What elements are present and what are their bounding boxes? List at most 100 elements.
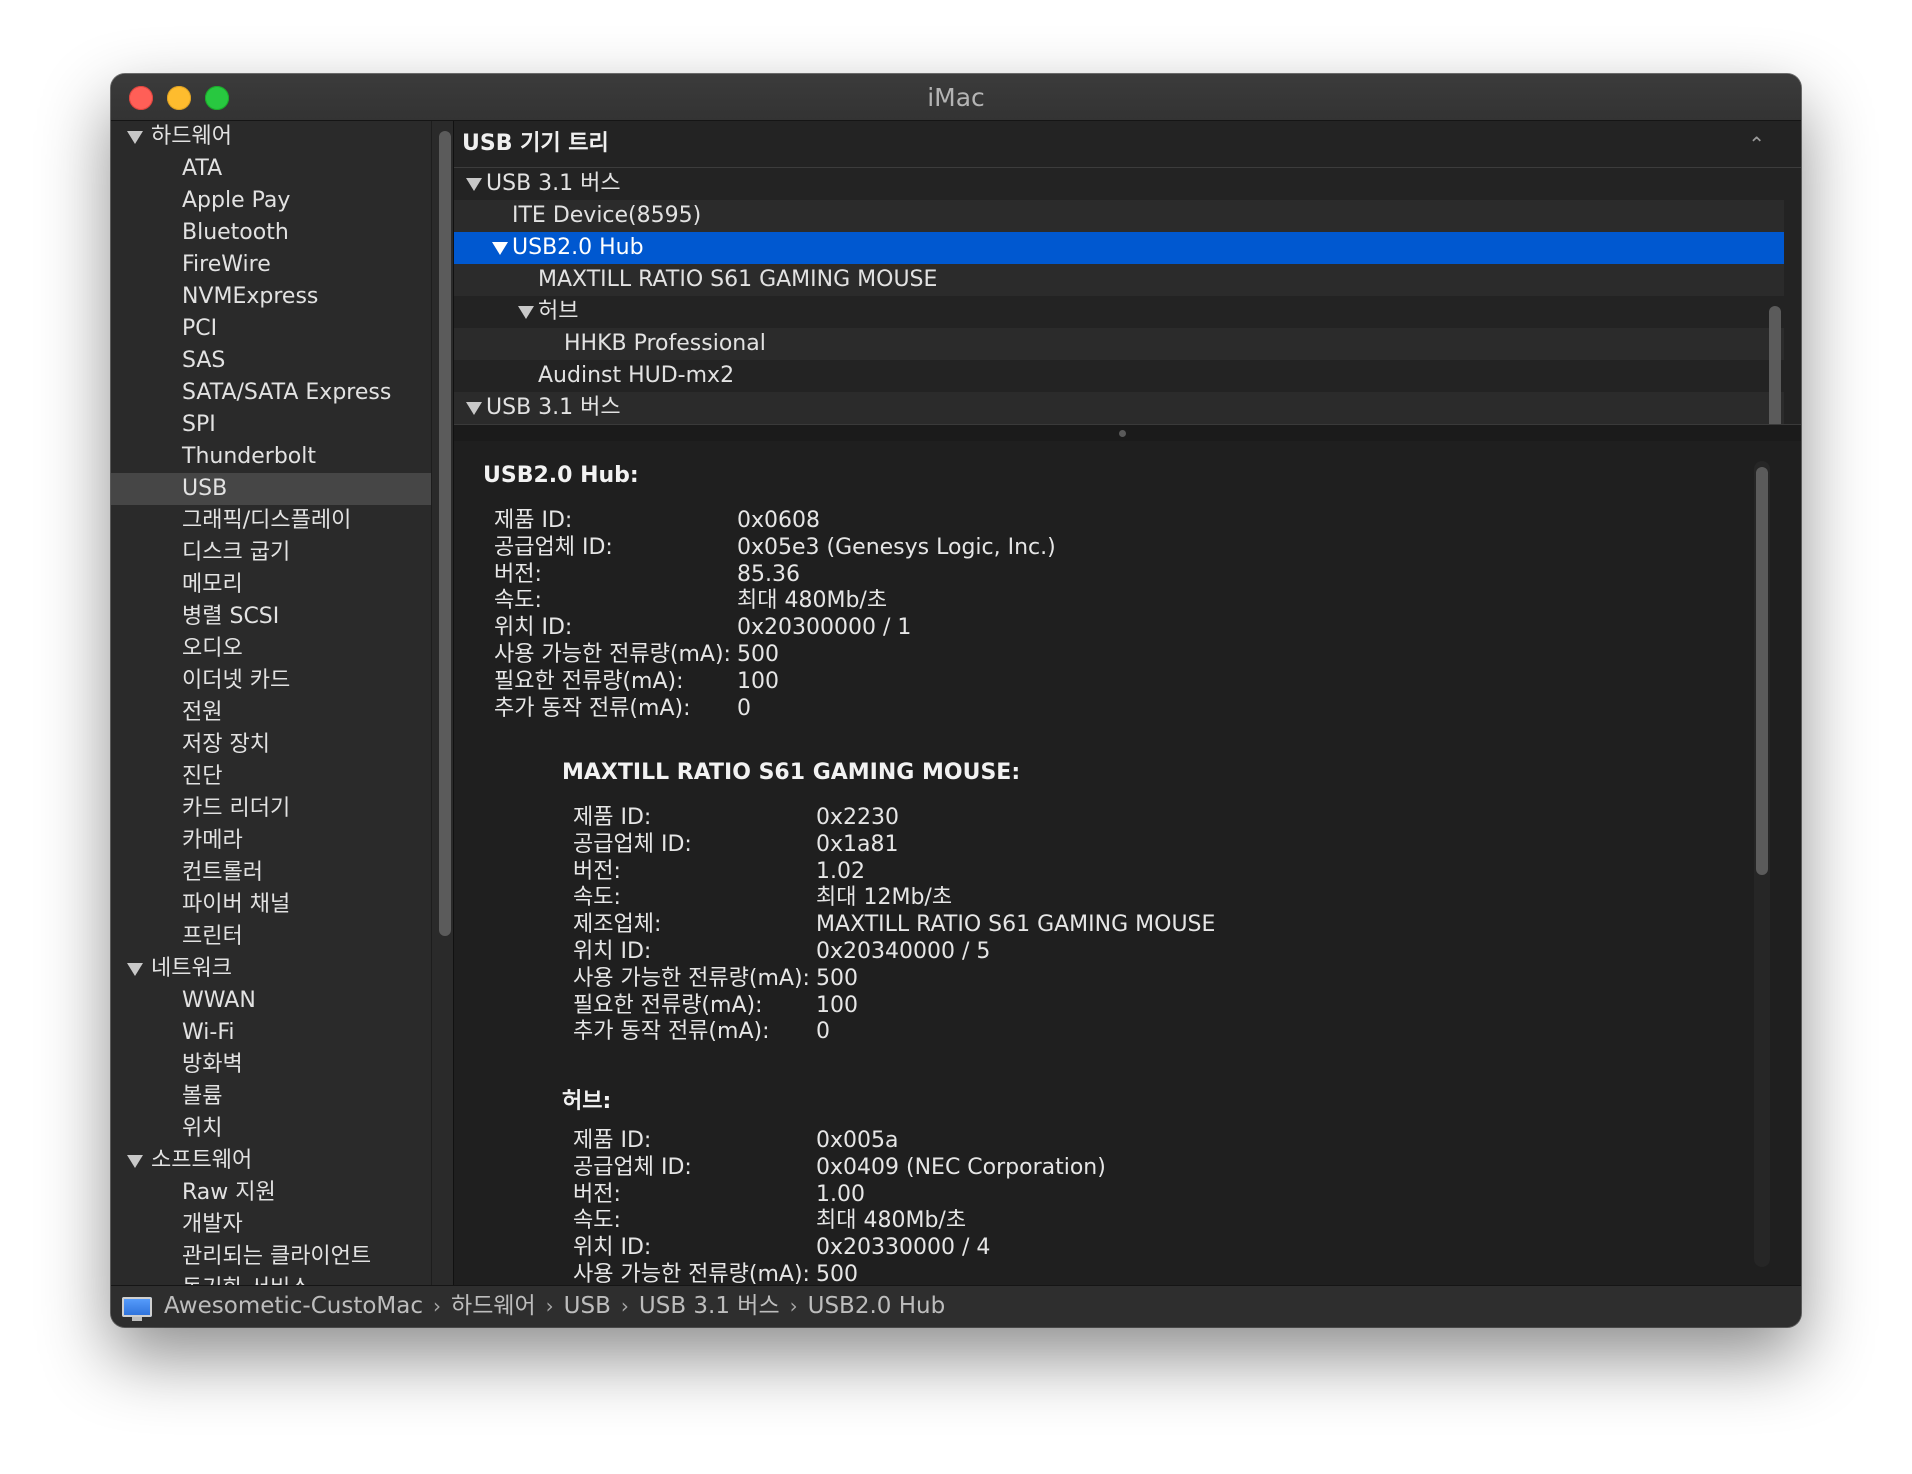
section-title: USB2.0 Hub: (483, 463, 639, 488)
section-title: MAXTILL RATIO S61 GAMING MOUSE: (562, 760, 1021, 785)
sidebar-item[interactable]: 프린터 (111, 921, 431, 953)
sidebar-group[interactable]: 네트워크 (111, 953, 431, 985)
tree-row[interactable]: Audinst HUD-mx2 (454, 360, 1784, 392)
tree-header-label: USB 기기 트리 (462, 131, 609, 156)
sidebar-item[interactable]: 컨트롤러 (111, 857, 431, 889)
tree-row[interactable]: 허브 (454, 296, 1784, 328)
tree-row[interactable]: USB 3.1 버스 (454, 392, 1784, 424)
breadcrumb-item[interactable]: USB (564, 1286, 611, 1326)
sidebar-item-label: Apple Pay (182, 188, 291, 213)
sidebar-item[interactable]: 방화벽 (111, 1049, 431, 1081)
info-key: 제품 ID: (573, 1128, 652, 1153)
sidebar-item[interactable]: 저장 장치 (111, 729, 431, 761)
tree-row[interactable]: HHKB Professional (454, 328, 1784, 360)
sidebar-item[interactable]: 그래픽/디스플레이 (111, 505, 431, 537)
detail-scroll-thumb[interactable] (1756, 467, 1768, 875)
info-row: 속도: 최대 480Mb/초 (494, 587, 887, 614)
sidebar-item[interactable]: Thunderbolt (111, 441, 431, 473)
breadcrumb-item[interactable]: USB2.0 Hub (808, 1286, 946, 1326)
disclosure-triangle-icon[interactable] (127, 131, 143, 144)
tree-row[interactable]: USB2.0 Hub (454, 232, 1784, 264)
sidebar-item-label: 전원 (182, 700, 223, 725)
disclosure-triangle-icon[interactable] (466, 402, 482, 415)
info-key: 공급업체 ID: (573, 831, 692, 857)
breadcrumb: Awesometic-CustoMac › 하드웨어 › USB › USB 3.1 버스 ›… (164, 1286, 945, 1326)
info-key: 추가 동작 전류(mA): (573, 1019, 770, 1045)
sidebar-item[interactable]: PCI (111, 313, 431, 345)
sidebar-item-label: NVMExpress (182, 284, 319, 309)
computer-icon (122, 1297, 152, 1321)
disclosure-triangle-icon[interactable] (492, 242, 508, 255)
info-row: 버전: 1.02 (573, 858, 865, 885)
sidebar-item[interactable]: 진단 (111, 761, 431, 793)
disclosure-triangle-icon[interactable] (466, 178, 482, 191)
info-key: 버전: (494, 561, 542, 587)
sidebar-item[interactable]: Wi-Fi (111, 1017, 431, 1049)
disclosure-triangle-icon[interactable] (127, 1155, 143, 1168)
sidebar-item-label: 동기화 서비스 (182, 1276, 310, 1285)
info-value: 최대 480Mb/초 (816, 1208, 967, 1234)
title-bar[interactable]: iMac (111, 74, 1801, 121)
info-row: 사용 가능한 전류량(mA): 500 (573, 965, 858, 992)
tree-row[interactable]: USB 3.1 버스 (454, 168, 1784, 200)
sidebar-item[interactable]: FireWire (111, 249, 431, 281)
sidebar-item[interactable]: 동기화 서비스 (111, 1273, 431, 1285)
path-bar: Awesometic-CustoMac › 하드웨어 › USB › USB 3.1 버스 ›… (111, 1285, 1801, 1327)
sidebar-group[interactable]: 하드웨어 (111, 121, 431, 153)
detail-pane: USB2.0 Hub: 제품 ID: 0x0608 공급업체 ID: 0x05e3 (G… (454, 441, 1801, 1285)
sidebar-scroll-thumb[interactable] (439, 131, 451, 936)
sidebar-item[interactable]: Apple Pay (111, 185, 431, 217)
pane-splitter[interactable] (454, 424, 1801, 442)
sidebar-item[interactable]: 전원 (111, 697, 431, 729)
sidebar-item[interactable]: 파이버 채널 (111, 889, 431, 921)
tree-row[interactable]: MAXTILL RATIO S61 GAMING MOUSE (454, 264, 1784, 296)
info-value: 0x20330000 / 4 (816, 1235, 991, 1261)
sidebar-item-label: FireWire (182, 252, 271, 277)
detail-scrollbar[interactable] (1754, 461, 1770, 1267)
disclosure-triangle-icon[interactable] (518, 306, 534, 319)
info-value: 85.36 (737, 561, 800, 587)
window-title: iMac (927, 83, 985, 112)
sidebar-item[interactable]: 위치 (111, 1113, 431, 1145)
chevron-up-icon[interactable]: ⌃ (1748, 121, 1765, 167)
info-row: 사용 가능한 전류량(mA): 500 (494, 641, 779, 668)
sidebar-item[interactable]: 오디오 (111, 633, 431, 665)
sidebar-item[interactable]: NVMExpress (111, 281, 431, 313)
sidebar-item[interactable]: 디스크 굽기 (111, 537, 431, 569)
sidebar-item[interactable]: 이더넷 카드 (111, 665, 431, 697)
info-key: 속도: (494, 588, 542, 614)
tree-row[interactable]: ITE Device(8595) (454, 200, 1784, 232)
sidebar-item[interactable]: 개발자 (111, 1209, 431, 1241)
info-key: 속도: (573, 885, 621, 911)
sidebar-item[interactable]: 카메라 (111, 825, 431, 857)
tree-header[interactable]: USB 기기 트리 ⌃ (454, 121, 1801, 168)
sidebar-item[interactable]: SATA/SATA Express (111, 377, 431, 409)
info-row: 필요한 전류량(mA): 100 (494, 668, 779, 695)
info-value: 0x1a81 (816, 831, 899, 857)
breadcrumb-item[interactable]: Awesometic-CustoMac (164, 1286, 423, 1326)
disclosure-triangle-icon[interactable] (127, 963, 143, 976)
sidebar-scrollbar[interactable] (431, 121, 454, 1285)
sidebar-item[interactable]: SPI (111, 409, 431, 441)
info-row: 제품 ID: 0x2230 (573, 804, 899, 831)
sidebar-item[interactable]: ATA (111, 153, 431, 185)
sidebar-item[interactable]: 메모리 (111, 569, 431, 601)
sidebar-item[interactable]: 카드 리더기 (111, 793, 431, 825)
sidebar-item[interactable]: 볼륨 (111, 1081, 431, 1113)
sidebar-item-label: 볼륨 (182, 1084, 223, 1109)
breadcrumb-item[interactable]: USB 3.1 버스 (639, 1286, 780, 1326)
info-key: 사용 가능한 전류량(mA): (573, 1262, 810, 1285)
sidebar-item[interactable]: SAS (111, 345, 431, 377)
sidebar-item-label: 오디오 (182, 636, 243, 661)
sidebar-item[interactable]: 병렬 SCSI (111, 601, 431, 633)
breadcrumb-item[interactable]: 하드웨어 (451, 1286, 536, 1326)
sidebar-item[interactable]: WWAN (111, 985, 431, 1017)
sidebar-item[interactable]: Raw 지원 (111, 1177, 431, 1209)
sidebar-item[interactable]: Bluetooth (111, 217, 431, 249)
splitter-handle-icon[interactable] (1119, 430, 1126, 437)
tree-row-label: USB 3.1 버스 (486, 395, 621, 420)
sidebar-item[interactable]: USB (111, 473, 431, 505)
sidebar-item[interactable]: 관리되는 클라이언트 (111, 1241, 431, 1273)
info-row: 버전: 1.00 (573, 1181, 865, 1208)
sidebar-group[interactable]: 소프트웨어 (111, 1145, 431, 1177)
